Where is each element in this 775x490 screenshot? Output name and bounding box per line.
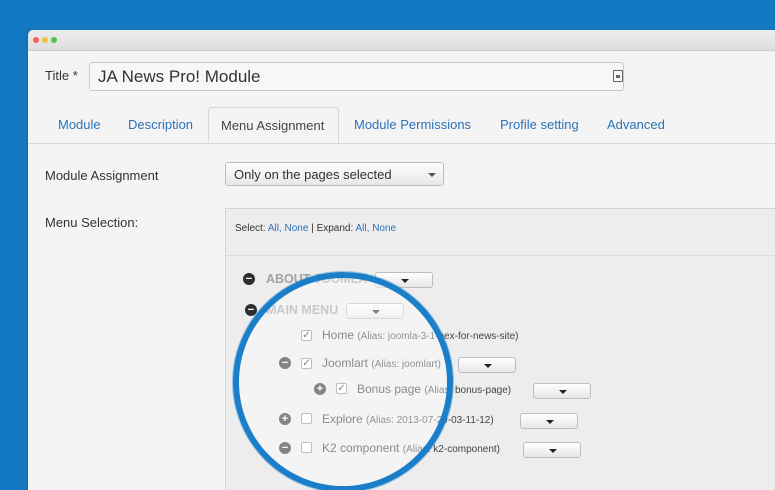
select-all-link[interactable]: All, — [268, 223, 282, 234]
tab-profile-setting[interactable]: Profile setting — [500, 117, 579, 132]
menu-selection-label: Menu Selection: — [45, 215, 139, 230]
minimize-dot[interactable] — [42, 37, 48, 43]
module-assignment-select[interactable]: Only on the pages selected — [225, 162, 444, 186]
tab-advanced[interactable]: Advanced — [607, 117, 665, 132]
select-expand-controls: Select: All, None | Expand: All, None — [235, 223, 396, 234]
tab-menu-assignment[interactable]: Menu Assignment — [208, 107, 339, 143]
module-assignment-label: Module Assignment — [45, 168, 159, 183]
module-editor-window: Title * Module Description Menu Assignme… — [28, 30, 775, 490]
select-label: Select: — [235, 223, 266, 234]
k2-component-dropdown[interactable] — [523, 442, 581, 458]
expand-all-link[interactable]: All, — [356, 223, 370, 234]
close-dot[interactable] — [33, 37, 39, 43]
tab-description[interactable]: Description — [128, 117, 193, 132]
tab-module-permissions[interactable]: Module Permissions — [354, 117, 471, 132]
joomlart-dropdown[interactable] — [458, 357, 516, 373]
bonus-page-dropdown[interactable] — [533, 383, 591, 399]
expand-none-link[interactable]: None — [372, 223, 396, 234]
select-none-link[interactable]: None — [285, 223, 309, 234]
controls-separator: | — [311, 223, 314, 234]
explore-dropdown[interactable] — [520, 413, 578, 429]
collapse-about-icon[interactable]: − — [243, 273, 255, 285]
module-assignment-value: Only on the pages selected — [234, 167, 392, 182]
tab-bar: Module Description Menu Assignment Modul… — [28, 107, 775, 144]
magnifier-lens-overlay — [233, 272, 453, 490]
chevron-down-icon — [546, 420, 554, 424]
title-input[interactable] — [89, 62, 624, 91]
field-id-icon — [613, 70, 623, 82]
chevron-down-icon — [428, 173, 436, 177]
chevron-down-icon — [484, 364, 492, 368]
chevron-down-icon — [559, 390, 567, 394]
maximize-dot[interactable] — [51, 37, 57, 43]
chevron-down-icon — [549, 449, 557, 453]
selection-controls: Select: All, None | Expand: All, None — [226, 209, 775, 256]
window-titlebar — [28, 30, 775, 51]
chevron-down-icon — [401, 279, 409, 283]
expand-label: Expand: — [316, 223, 354, 234]
title-label: Title * — [45, 68, 78, 83]
tab-module[interactable]: Module — [58, 117, 101, 132]
